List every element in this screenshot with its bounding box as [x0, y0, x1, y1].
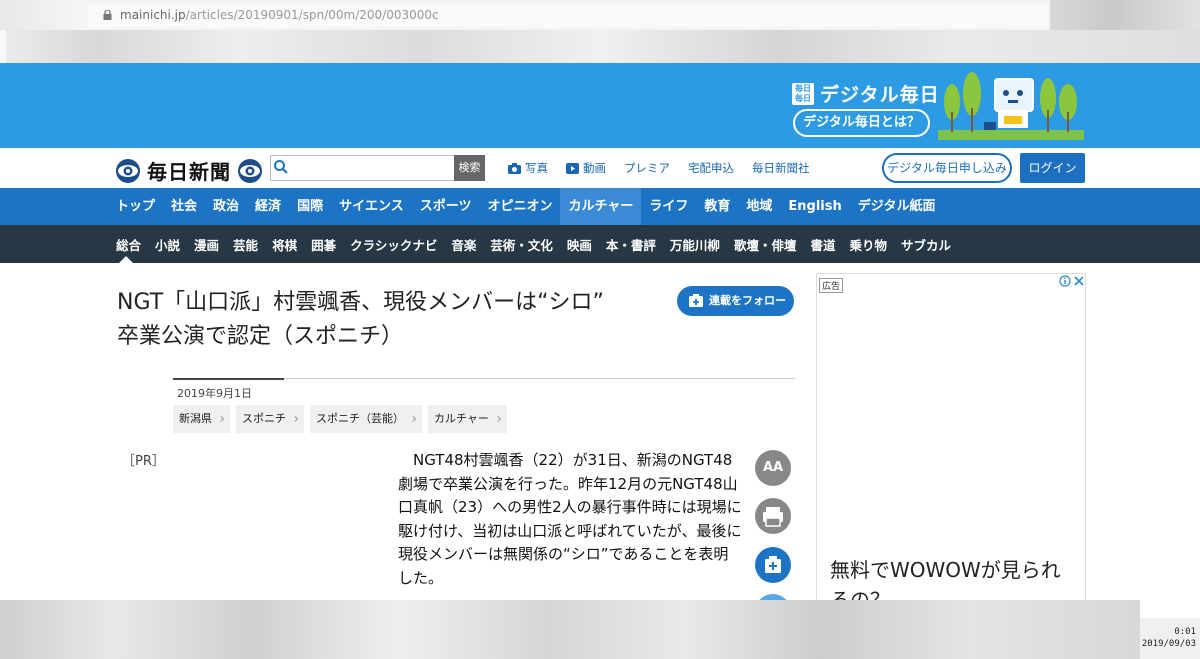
- tag-culture[interactable]: カルチャー: [428, 405, 507, 433]
- header-links: 写真 動画 プレミア 宅配申込 毎日新聞社: [508, 160, 810, 176]
- nav-item-politics[interactable]: 政治: [213, 188, 239, 225]
- subnav-item-vehicles[interactable]: 乗り物: [849, 235, 887, 254]
- camera-icon: [508, 162, 521, 174]
- nav-item-top[interactable]: トップ: [116, 188, 155, 225]
- mainichi-logo[interactable]: 毎日新聞: [115, 156, 263, 185]
- subnav-active-indicator: [119, 256, 133, 263]
- article-title: NGT「山口派」村雲颯香、現役メンバーは“シロ” 卒業公演で認定（スポニチ）: [117, 286, 657, 354]
- play-icon: [566, 162, 579, 174]
- browser-extensions-blurred: [1050, 0, 1200, 30]
- ad-label: 広告: [819, 278, 844, 293]
- browser-tabs-blurred: [0, 0, 85, 30]
- article-title-line2: 卒業公演で認定（スポニチ）: [117, 324, 404, 349]
- subnav-item-calligraphy[interactable]: 書道: [810, 235, 835, 254]
- tag-sponichi-entertainment[interactable]: スポニチ（芸能）: [310, 405, 422, 433]
- search-icon: [274, 160, 288, 174]
- nav-item-science[interactable]: サイエンス: [339, 188, 404, 225]
- subnav-item-manga[interactable]: 漫画: [194, 235, 219, 254]
- subnav-item-books[interactable]: 本・書評: [606, 235, 656, 254]
- publish-date: 2019年9月1日: [177, 387, 252, 400]
- subnav-item-poetry[interactable]: 歌壇・俳壇: [734, 235, 797, 254]
- mainichi-emblem-icon: [238, 158, 262, 183]
- nav-item-economy[interactable]: 経済: [255, 188, 281, 225]
- nav-item-sports[interactable]: スポーツ: [420, 188, 472, 225]
- print-button[interactable]: [755, 498, 791, 534]
- nav-item-region[interactable]: 地域: [746, 188, 772, 225]
- font-size-button[interactable]: AA: [755, 450, 791, 486]
- subnav-item-classic-navi[interactable]: クラシックナビ: [350, 235, 437, 254]
- login-button[interactable]: ログイン: [1020, 153, 1085, 183]
- subnav-item-go[interactable]: 囲碁: [311, 235, 336, 254]
- nav-item-digital-edition[interactable]: デジタル紙面: [858, 188, 936, 225]
- pr-label: ［PR］: [122, 454, 165, 469]
- lock-icon: [103, 10, 112, 20]
- mascot-illustration: [938, 72, 1084, 140]
- search-input[interactable]: [270, 155, 455, 181]
- article-body: NGT48村雲颯香（22）が31日、新潟のNGT48劇場で卒業公演を行った。昨年…: [398, 451, 742, 587]
- ad-choices-icon[interactable]: [1059, 275, 1085, 287]
- meta-divider-light: [284, 378, 795, 379]
- logo-text: 毎日新聞: [147, 160, 231, 184]
- font-size-icon: AA: [762, 460, 784, 475]
- nav-item-education[interactable]: 教育: [704, 188, 730, 225]
- subnav-item-senryu[interactable]: 万能川柳: [670, 235, 720, 254]
- header-link-premier[interactable]: プレミア: [624, 160, 670, 176]
- tag-list: 新潟県 スポニチ スポニチ（芸能） カルチャー: [173, 405, 507, 433]
- nav-item-english[interactable]: English: [788, 188, 841, 225]
- nav-item-life[interactable]: ライフ: [649, 188, 688, 225]
- address-url[interactable]: mainichi.jp/articles/20190901/spn/00m/20…: [120, 8, 439, 22]
- nav-item-culture[interactable]: カルチャー: [560, 188, 642, 225]
- taskbar-clock[interactable]: 0:01 2019/09/03: [1140, 618, 1200, 659]
- tag-niigata[interactable]: 新潟県: [173, 405, 230, 433]
- follow-plus-icon: [689, 294, 703, 307]
- header-link-delivery[interactable]: 宅配申込: [688, 160, 734, 176]
- tag-sponichi[interactable]: スポニチ: [236, 405, 304, 433]
- digital-mainichi-logo[interactable]: 毎日 毎日 デジタル毎日: [792, 80, 940, 107]
- mainichi-emblem-icon: [116, 158, 140, 183]
- subnav-item-arts[interactable]: 芸術・文化: [490, 235, 553, 254]
- subnav-item-subculture[interactable]: サブカル: [901, 235, 951, 254]
- taskbar-blurred: [0, 600, 1140, 659]
- digital-mainichi-mark: 毎日 毎日: [792, 82, 814, 105]
- subnav-item-movies[interactable]: 映画: [567, 235, 592, 254]
- clip-button[interactable]: [755, 547, 791, 583]
- header-link-photos[interactable]: 写真: [508, 160, 548, 176]
- main-nav: トップ 社会 政治 経済 国際 サイエンス スポーツ オピニオン カルチャー ラ…: [0, 188, 1200, 225]
- clip-plus-icon: [765, 556, 781, 573]
- subnav-item-general[interactable]: 総合: [116, 235, 141, 254]
- subnav-item-shogi[interactable]: 将棋: [272, 235, 297, 254]
- digital-subscribe-button[interactable]: デジタル毎日申し込み: [882, 153, 1012, 183]
- bookmarks-bar-blurred: [0, 30, 1200, 63]
- subnav-item-music[interactable]: 音楽: [451, 235, 476, 254]
- edge-strip: [0, 30, 6, 63]
- header-link-company[interactable]: 毎日新聞社: [752, 160, 810, 176]
- clock-date: 2019/09/03: [1141, 639, 1196, 649]
- article-title-line1: NGT「山口派」村雲颯香、現役メンバーは“シロ”: [117, 290, 604, 315]
- header-link-videos[interactable]: 動画: [566, 160, 606, 176]
- header-link-photos-label: 写真: [525, 161, 548, 175]
- nav-item-opinion[interactable]: オピニオン: [487, 188, 552, 225]
- nav-item-society[interactable]: 社会: [171, 188, 197, 225]
- about-digital-mainichi-button[interactable]: デジタル毎日とは？: [793, 109, 930, 137]
- header-link-videos-label: 動画: [583, 161, 606, 175]
- subnav-item-novel[interactable]: 小説: [155, 235, 180, 254]
- sub-nav: 総合 小説 漫画 芸能 将棋 囲碁 クラシックナビ 音楽 芸術・文化 映画 本・…: [0, 225, 1200, 263]
- meta-divider: [173, 378, 284, 380]
- clock-time: 0:01: [1174, 627, 1196, 637]
- nav-item-world[interactable]: 国際: [297, 188, 323, 225]
- subnav-item-entertainment[interactable]: 芸能: [233, 235, 258, 254]
- search-button[interactable]: 検索: [454, 155, 485, 181]
- digital-mainichi-title: デジタル毎日: [820, 84, 940, 106]
- print-icon: [763, 507, 783, 527]
